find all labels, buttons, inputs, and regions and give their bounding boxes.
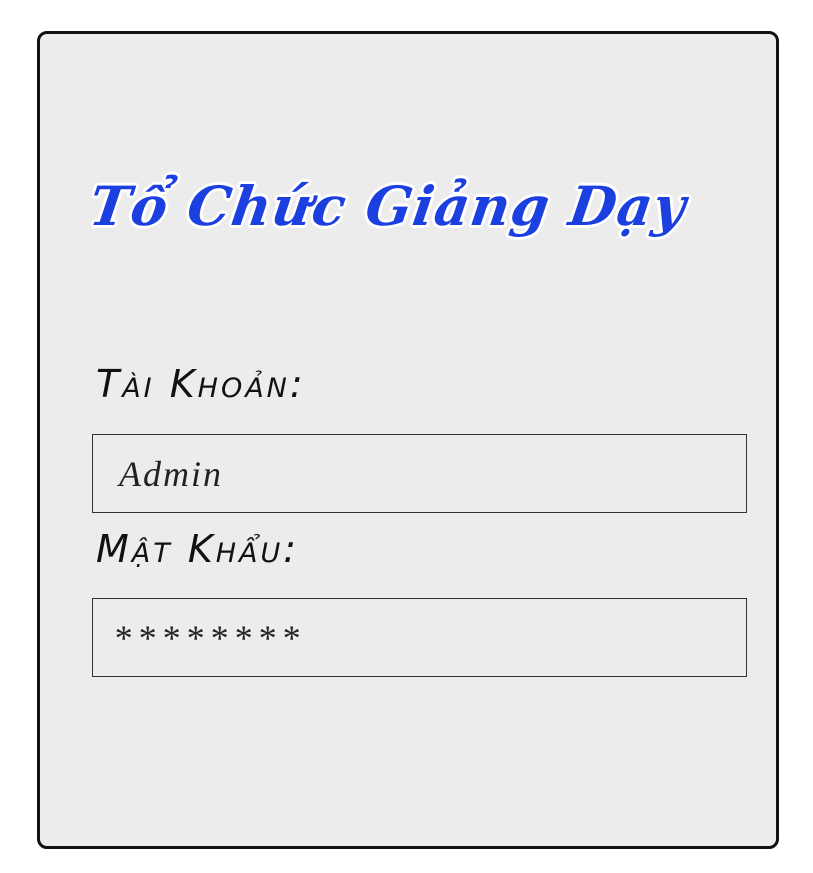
password-value: ******** <box>113 617 305 658</box>
app-title: Tổ Chức Giảng Dạy <box>85 174 691 238</box>
password-label: Mật Khẩu: <box>96 527 300 571</box>
username-field[interactable]: Admin <box>92 434 747 513</box>
password-field[interactable]: ******** <box>92 598 747 677</box>
username-value: Admin <box>119 453 223 494</box>
username-label: Tài Khoản: <box>96 362 306 406</box>
login-panel: Tổ Chức Giảng Dạy Tài Khoản: Admin Mật K… <box>37 31 779 849</box>
